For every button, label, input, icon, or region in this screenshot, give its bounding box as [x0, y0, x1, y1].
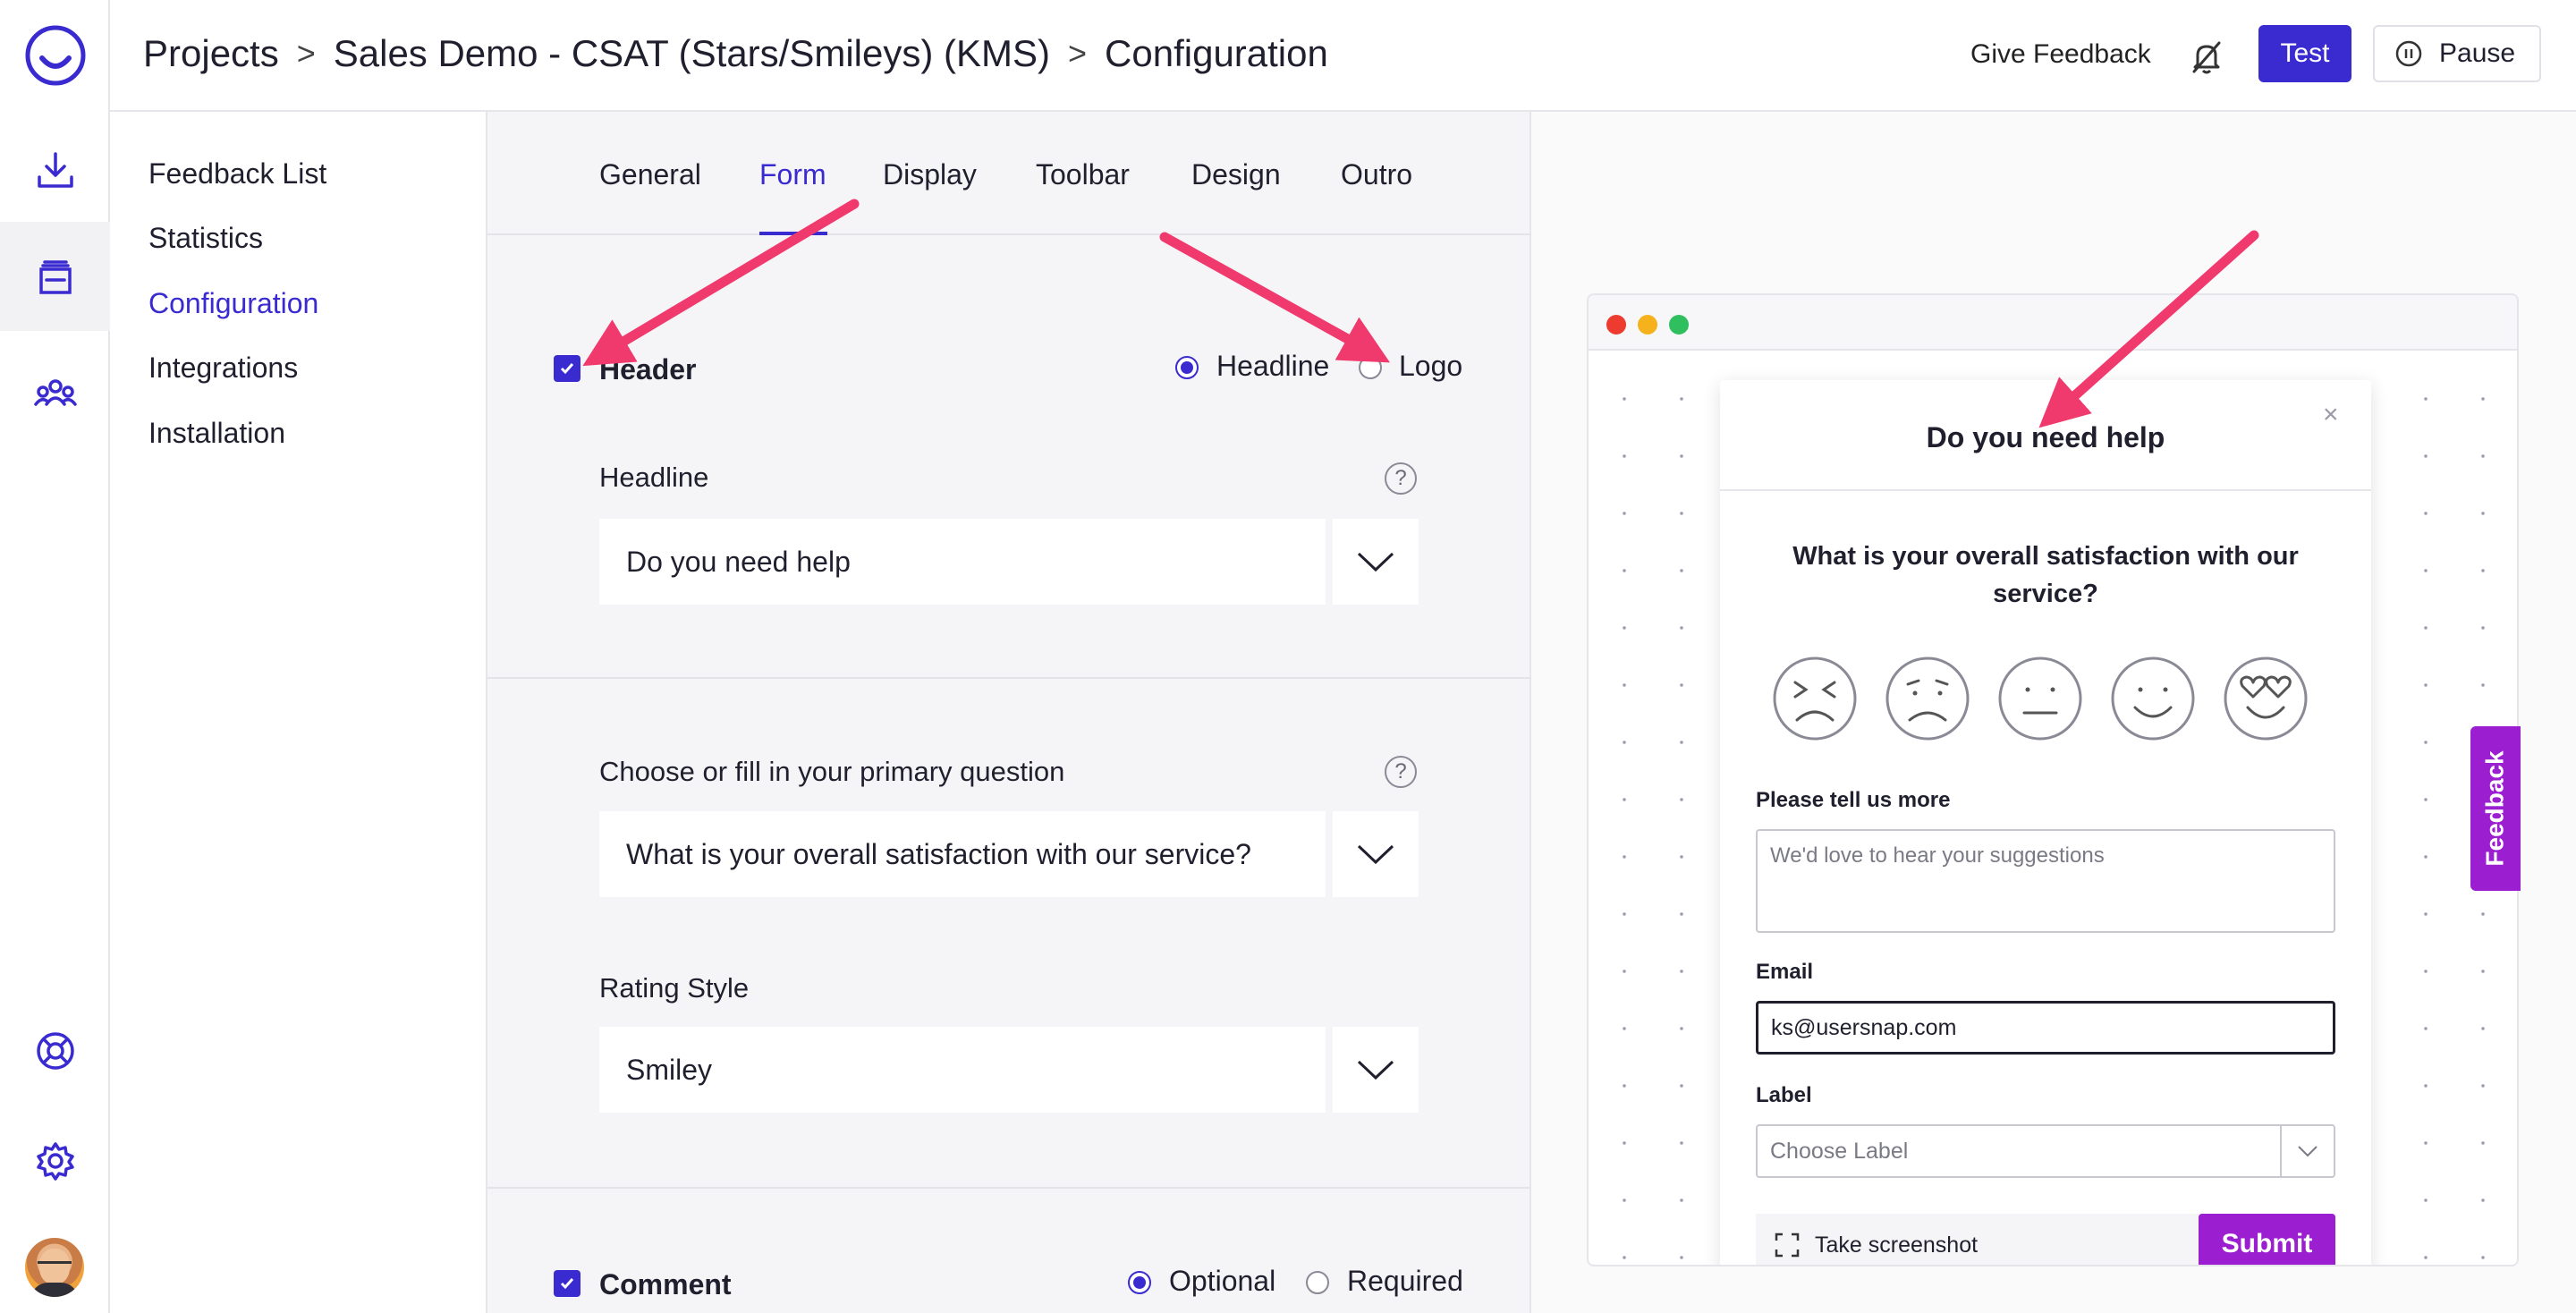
chevron-down-icon[interactable] [1333, 1027, 1419, 1113]
required-radio-label: Required [1347, 1265, 1463, 1297]
primary-question-label: Choose or fill in your primary question [599, 756, 1065, 787]
heart-eyes-face-icon[interactable] [2223, 656, 2309, 741]
widget-title: Do you need help [1926, 421, 2165, 453]
top-bar: Projects > Sales Demo - CSAT (Stars/Smil… [110, 0, 2576, 112]
left-rail [0, 0, 110, 1313]
logo-radio-label: Logo [1399, 350, 1463, 382]
label-field-label: Label [1756, 1083, 1812, 1107]
close-dot [1606, 315, 1626, 335]
download-icon[interactable] [0, 134, 110, 206]
primary-question-select[interactable]: What is your overall satisfaction with o… [599, 811, 1419, 897]
rating-style-label: Rating Style [599, 972, 750, 1004]
pause-icon [2395, 40, 2422, 67]
logo-radio[interactable] [1359, 356, 1382, 379]
widget-footer: Take screenshot Submit [1756, 1214, 2335, 1265]
user-avatar[interactable] [25, 1238, 84, 1297]
headline-field-label: Headline [599, 462, 709, 493]
submit-button[interactable]: Submit [2199, 1214, 2335, 1265]
logo-icon[interactable] [0, 20, 110, 91]
rating-style-select[interactable]: Smiley [599, 1027, 1419, 1113]
take-screenshot-button[interactable]: Take screenshot [1774, 1232, 1978, 1258]
help-icon[interactable]: ? [1385, 756, 1417, 788]
give-feedback-link[interactable]: Give Feedback [1970, 39, 2151, 70]
tell-us-more-label: Please tell us more [1756, 788, 1951, 812]
chevron-down-icon[interactable] [2282, 1126, 2334, 1176]
active-tab-indicator [759, 232, 827, 235]
section-divider [487, 677, 1531, 679]
section-divider [487, 1187, 1531, 1189]
secondary-nav: Feedback List Statistics Configuration I… [110, 112, 487, 1313]
label-select[interactable]: Choose Label [1756, 1124, 2335, 1178]
chevron-down-icon[interactable] [1333, 811, 1419, 897]
team-icon[interactable] [0, 358, 110, 429]
tab-outro[interactable]: Outro [1341, 158, 1412, 191]
settings-icon[interactable] [0, 1125, 110, 1197]
optional-radio[interactable] [1128, 1271, 1151, 1294]
header-section-title: Header [599, 353, 697, 385]
tab-form[interactable]: Form [759, 158, 826, 191]
rating-style-value: Smiley [599, 1027, 1333, 1113]
breadcrumb-chevron-icon: > [1068, 35, 1088, 72]
pause-button[interactable]: Pause [2373, 25, 2541, 82]
unhappy-face-icon[interactable] [1885, 656, 1970, 741]
header-checkbox[interactable] [554, 355, 580, 382]
headline-select-value: Do you need help [599, 519, 1333, 605]
subnav-feedback-list[interactable]: Feedback List [148, 157, 326, 191]
comment-checkbox[interactable] [554, 1270, 580, 1297]
subnav-statistics[interactable]: Statistics [148, 222, 263, 255]
feedback-side-tab[interactable]: Feedback [2470, 726, 2521, 891]
browser-mockup: Do you need help × What is your overall … [1587, 293, 2519, 1266]
email-field[interactable]: ks@usersnap.com [1756, 1001, 2335, 1055]
tab-design[interactable]: Design [1191, 158, 1281, 191]
screenshot-frame-icon [1775, 1233, 1800, 1258]
maximize-dot [1669, 315, 1689, 335]
very-unhappy-face-icon[interactable] [1772, 656, 1858, 741]
comment-section-title: Comment [599, 1268, 732, 1300]
headline-radio-label: Headline [1216, 350, 1330, 382]
subnav-installation[interactable]: Installation [148, 417, 285, 450]
config-tabs: General Form Display Toolbar Design Outr… [487, 112, 1531, 235]
config-panel: General Form Display Toolbar Design Outr… [487, 112, 1531, 1313]
breadcrumb: Projects > Sales Demo - CSAT (Stars/Smil… [143, 32, 1328, 75]
help-lifebuoy-icon[interactable] [0, 1015, 110, 1087]
headline-select[interactable]: Do you need help [599, 519, 1419, 605]
breadcrumb-project[interactable]: Sales Demo - CSAT (Stars/Smileys) (KMS) [334, 32, 1050, 75]
optional-radio-label: Optional [1169, 1265, 1276, 1297]
preview-panel: Do you need help × What is your overall … [1531, 112, 2576, 1313]
required-radio[interactable] [1306, 1271, 1329, 1294]
test-button[interactable]: Test [2258, 25, 2351, 82]
widget-header: Do you need help × [1720, 380, 2371, 491]
chevron-down-icon[interactable] [1333, 519, 1419, 605]
help-icon[interactable]: ? [1385, 462, 1417, 495]
pause-label: Pause [2439, 38, 2516, 68]
neutral-face-icon[interactable] [1997, 656, 2083, 741]
breadcrumb-chevron-icon: > [296, 35, 316, 72]
feedback-widget: Do you need help × What is your overall … [1720, 380, 2371, 1265]
breadcrumb-projects[interactable]: Projects [143, 32, 279, 75]
close-icon[interactable]: × [2323, 400, 2339, 430]
subnav-configuration[interactable]: Configuration [148, 287, 318, 320]
take-screenshot-label: Take screenshot [1815, 1232, 1979, 1258]
tab-display[interactable]: Display [883, 158, 977, 191]
tab-toolbar[interactable]: Toolbar [1036, 158, 1130, 191]
primary-question-value: What is your overall satisfaction with o… [599, 811, 1333, 897]
bell-muted-icon[interactable] [2187, 38, 2226, 81]
tab-general[interactable]: General [599, 158, 701, 191]
headline-radio[interactable] [1175, 356, 1199, 379]
widget-question: What is your overall satisfaction with o… [1792, 542, 2299, 608]
minimize-dot [1638, 315, 1657, 335]
subnav-integrations[interactable]: Integrations [148, 352, 298, 385]
breadcrumb-current: Configuration [1105, 32, 1328, 74]
email-label: Email [1756, 960, 1814, 984]
browser-titlebar [1589, 295, 2517, 351]
label-select-placeholder: Choose Label [1758, 1126, 2282, 1176]
inbox-icon[interactable] [0, 222, 110, 331]
suggestions-textarea[interactable]: We'd love to hear your suggestions [1756, 829, 2335, 933]
happy-face-icon[interactable] [2110, 656, 2196, 741]
feedback-side-tab-label: Feedback [2481, 750, 2510, 867]
